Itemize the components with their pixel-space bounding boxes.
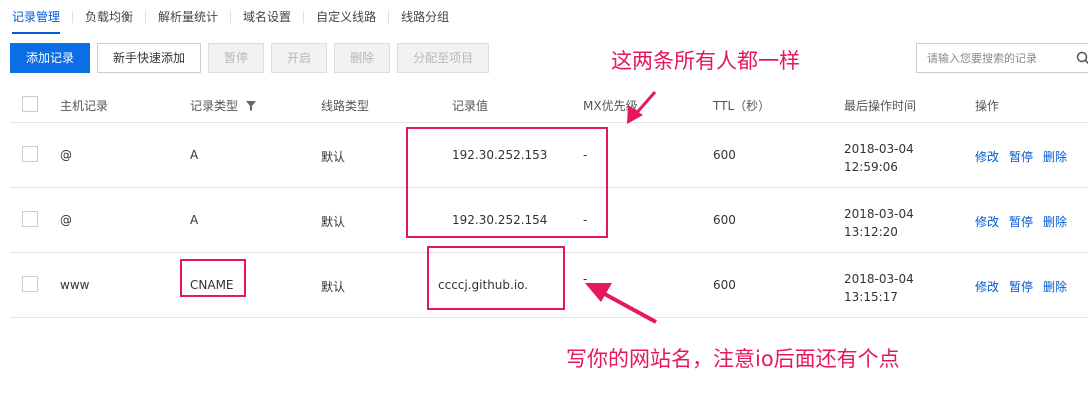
ttl-cell: 600 — [713, 213, 736, 227]
pause-link[interactable]: 暂停 — [1009, 148, 1033, 165]
column-value: 记录值 — [452, 99, 489, 113]
column-type[interactable]: 记录类型 — [190, 97, 257, 114]
delete-link[interactable]: 删除 — [1043, 213, 1067, 230]
add-record-button[interactable]: 添加记录 — [10, 43, 91, 73]
host-cell: @ — [60, 148, 72, 162]
row-actions: 修改 暂停 删除 — [975, 278, 1067, 295]
line-cell: 默认 — [321, 215, 346, 229]
row-actions: 修改 暂停 删除 — [975, 213, 1067, 230]
filter-icon[interactable] — [246, 101, 257, 111]
pause-link[interactable]: 暂停 — [1009, 278, 1033, 295]
type-cell: A — [190, 148, 199, 162]
tab-line-groups[interactable]: 线路分组 — [389, 0, 461, 34]
modified-cell: 2018-03-04 13:12:20 — [844, 205, 914, 241]
search-icon[interactable] — [1076, 51, 1088, 65]
quick-add-button[interactable]: 新手快速添加 — [97, 43, 202, 73]
pause-link[interactable]: 暂停 — [1009, 213, 1033, 230]
modified-time: 13:12:20 — [844, 225, 898, 239]
table-header: 主机记录 记录类型 线路类型 记录值 MX优先级 TTL（秒） 最后操作时间 操… — [10, 86, 1088, 123]
column-mx: MX优先级 — [583, 99, 638, 113]
line-cell: 默认 — [321, 280, 346, 294]
annotation-note-top: 这两条所有人都一样 — [611, 49, 800, 73]
host-cell: www — [60, 278, 90, 292]
ttl-cell: 600 — [713, 278, 736, 292]
column-line: 线路类型 — [321, 99, 370, 113]
tab-record-management[interactable]: 记录管理 — [0, 0, 72, 34]
assign-project-button[interactable]: 分配至项目 — [397, 43, 490, 73]
edit-link[interactable]: 修改 — [975, 278, 999, 295]
toolbar: 添加记录 新手快速添加 暂停 开启 删除 分配至项目 — [10, 43, 490, 73]
mx-cell: - — [583, 272, 588, 286]
annotation-note-bottom: 写你的网站名，注意io后面还有个点 — [566, 347, 900, 371]
tab-custom-lines[interactable]: 自定义线路 — [304, 0, 388, 34]
highlight-box-cname — [180, 259, 246, 297]
enable-button[interactable]: 开启 — [271, 43, 328, 73]
column-type-label: 记录类型 — [190, 99, 239, 113]
host-cell: @ — [60, 213, 72, 227]
delete-link[interactable]: 删除 — [1043, 278, 1067, 295]
select-all-checkbox[interactable] — [22, 96, 38, 112]
tab-domain-settings[interactable]: 域名设置 — [231, 0, 303, 34]
row-checkbox[interactable] — [22, 211, 38, 227]
tab-resolution-stats[interactable]: 解析量统计 — [146, 0, 230, 34]
modified-cell: 2018-03-04 12:59:06 — [844, 140, 914, 176]
modified-date: 2018-03-04 — [844, 207, 914, 221]
column-ttl: TTL（秒） — [713, 99, 771, 113]
column-host: 主机记录 — [60, 99, 109, 113]
search-input[interactable] — [927, 51, 1067, 65]
modified-cell: 2018-03-04 13:15:17 — [844, 270, 914, 306]
row-checkbox[interactable] — [22, 276, 38, 292]
pause-button[interactable]: 暂停 — [208, 43, 265, 73]
delete-button[interactable]: 删除 — [334, 43, 391, 73]
row-actions: 修改 暂停 删除 — [975, 148, 1067, 165]
delete-link[interactable]: 删除 — [1043, 148, 1067, 165]
tab-load-balancing[interactable]: 负载均衡 — [73, 0, 145, 34]
modified-time: 12:59:06 — [844, 160, 898, 174]
modified-date: 2018-03-04 — [844, 142, 914, 156]
column-last-modified: 最后操作时间 — [844, 99, 917, 113]
row-checkbox[interactable] — [22, 146, 38, 162]
line-cell: 默认 — [321, 150, 346, 164]
column-actions: 操作 — [975, 99, 1000, 113]
tab-bar: 记录管理 负载均衡 解析量统计 域名设置 自定义线路 线路分组 — [0, 0, 1088, 34]
edit-link[interactable]: 修改 — [975, 213, 999, 230]
highlight-box-cname-value — [427, 246, 565, 310]
modified-time: 13:15:17 — [844, 290, 898, 304]
search-box — [916, 43, 1088, 73]
ttl-cell: 600 — [713, 148, 736, 162]
edit-link[interactable]: 修改 — [975, 148, 999, 165]
type-cell: A — [190, 213, 199, 227]
highlight-box-ip-values — [406, 127, 608, 238]
modified-date: 2018-03-04 — [844, 272, 914, 286]
